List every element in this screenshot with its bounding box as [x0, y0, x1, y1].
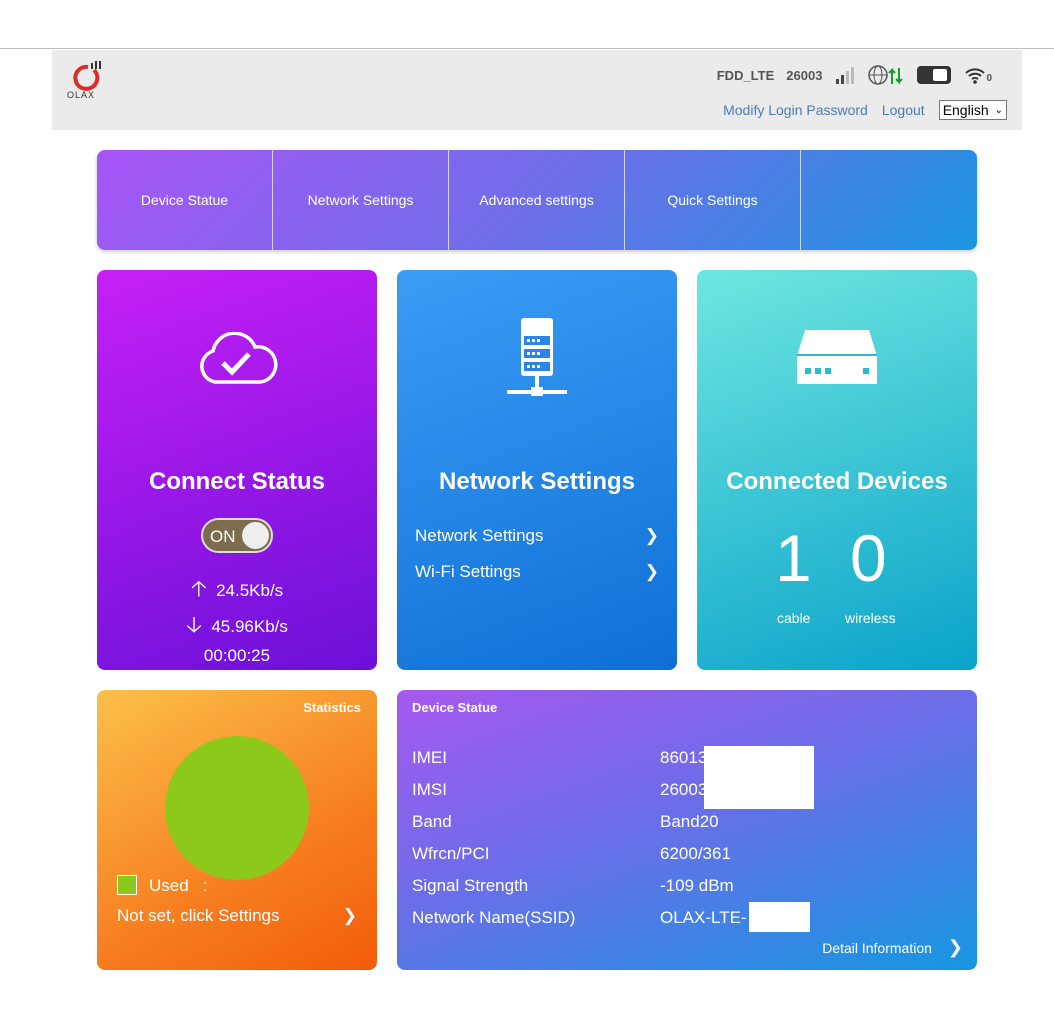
- arrow-down-icon: 🡣: [186, 612, 202, 637]
- connected-devices-title: Connected Devices: [726, 468, 948, 495]
- chevron-down-icon: ⌄: [994, 104, 1003, 116]
- ssid-label: Network Name(SSID): [412, 908, 576, 927]
- wfrcn-pci-value: 6200/361: [660, 844, 731, 863]
- network-settings-link[interactable]: Network Settings ❯: [415, 526, 659, 546]
- wfrcn-pci-label: Wfrcn/PCI: [412, 844, 490, 863]
- device-status-card: Device Statue IMEI 86013 IMSI 26003 Band…: [397, 690, 977, 970]
- wifi-settings-link[interactable]: Wi-Fi Settings ❯: [415, 562, 659, 582]
- connect-toggle[interactable]: ON: [201, 518, 273, 553]
- logo-text: OLAX: [67, 90, 96, 100]
- logout-link[interactable]: Logout: [882, 102, 925, 118]
- wireless-label: wireless: [845, 610, 896, 626]
- download-rate-row: 🡣 45.96Kb/s: [97, 608, 377, 646]
- nav-empty: [801, 150, 977, 250]
- nav-advanced-settings[interactable]: Advanced settings: [449, 150, 625, 250]
- link-label: Wi-Fi Settings: [415, 562, 521, 581]
- wifi-icon: 0: [964, 66, 992, 84]
- connect-status-card: Connect Status ON 🡡 24.5Kb/s 🡣 45.96Kb/s…: [97, 270, 377, 670]
- statistics-card[interactable]: Statistics Used : Not set, click Setting…: [97, 690, 377, 970]
- usage-pie-chart: [165, 736, 309, 880]
- wifi-clients-count: 0: [986, 73, 992, 84]
- legend-swatch: [117, 875, 137, 895]
- chevron-right-icon: ❯: [644, 562, 659, 581]
- signal-icon: [836, 67, 855, 84]
- sim-icon: [917, 66, 952, 84]
- divider: [0, 48, 1054, 49]
- cloud-check-icon: [200, 332, 278, 384]
- network-settings-card: Network Settings Network Settings ❯ Wi-Fi…: [397, 270, 677, 670]
- signal-strength-value: -109 dBm: [660, 876, 734, 895]
- cable-count: 1: [775, 521, 812, 595]
- upload-rate: 24.5Kb/s: [216, 581, 284, 600]
- link-label: Network Settings: [415, 526, 544, 545]
- chevron-right-icon: ❯: [947, 937, 963, 957]
- statistics-settings-link[interactable]: Not set, click Settings ❯: [117, 906, 357, 926]
- legend-used: Used :: [149, 876, 208, 895]
- chevron-right-icon: ❯: [644, 526, 659, 545]
- language-value: English: [942, 102, 989, 118]
- header: OLAX FDD_LTE 26003 0 Modify Login Passwo…: [52, 50, 1022, 130]
- statistics-title: Statistics: [303, 700, 361, 715]
- imei-label: IMEI: [412, 748, 447, 767]
- nav-quick-settings[interactable]: Quick Settings: [625, 150, 801, 250]
- connected-devices-card: Connected Devices 1 0 cable wireless: [697, 270, 977, 670]
- toggle-label: ON: [210, 527, 236, 546]
- device-status-title: Device Statue: [412, 700, 498, 715]
- connect-status-title: Connect Status: [148, 468, 325, 495]
- detail-label: Detail Information: [822, 939, 932, 956]
- operator-code: 26003: [786, 67, 823, 83]
- wireless-count: 0: [850, 521, 887, 595]
- ssid-value: OLAX-LTE-: [660, 908, 747, 927]
- server-icon: [507, 318, 567, 396]
- connection-duration: 00:00:25: [203, 646, 271, 665]
- band-label: Band: [412, 812, 452, 831]
- upload-rate-row: 🡡 24.5Kb/s: [97, 572, 377, 610]
- router-icon: [797, 330, 877, 384]
- statistics-note: Not set, click Settings: [117, 906, 280, 925]
- imei-value: 86013: [660, 748, 708, 767]
- imsi-value: 26003: [660, 780, 708, 799]
- globe-data-icon: [868, 65, 904, 85]
- arrow-up-icon: 🡡: [190, 576, 207, 601]
- language-select[interactable]: English ⌄: [938, 100, 1007, 120]
- nav-device-statue[interactable]: Device Statue: [97, 150, 273, 250]
- download-rate: 45.96Kb/s: [211, 617, 288, 636]
- signal-strength-label: Signal Strength: [412, 876, 529, 895]
- network-type: FDD_LTE: [716, 67, 775, 83]
- imsi-label: IMSI: [412, 780, 447, 799]
- chevron-right-icon: ❯: [342, 906, 357, 925]
- redaction-box: [704, 746, 814, 809]
- detail-information-link[interactable]: Detail Information ❯: [822, 937, 963, 958]
- main-nav: Device Statue Network Settings Advanced …: [97, 150, 977, 250]
- cable-label: cable: [777, 610, 811, 626]
- status-bar: FDD_LTE 26003 0: [717, 64, 992, 86]
- network-settings-title: Network Settings: [438, 468, 636, 495]
- modify-password-link[interactable]: Modify Login Password: [723, 102, 868, 118]
- redaction-box: [749, 902, 810, 932]
- nav-network-settings[interactable]: Network Settings: [273, 150, 449, 250]
- band-value: Band20: [660, 812, 719, 831]
